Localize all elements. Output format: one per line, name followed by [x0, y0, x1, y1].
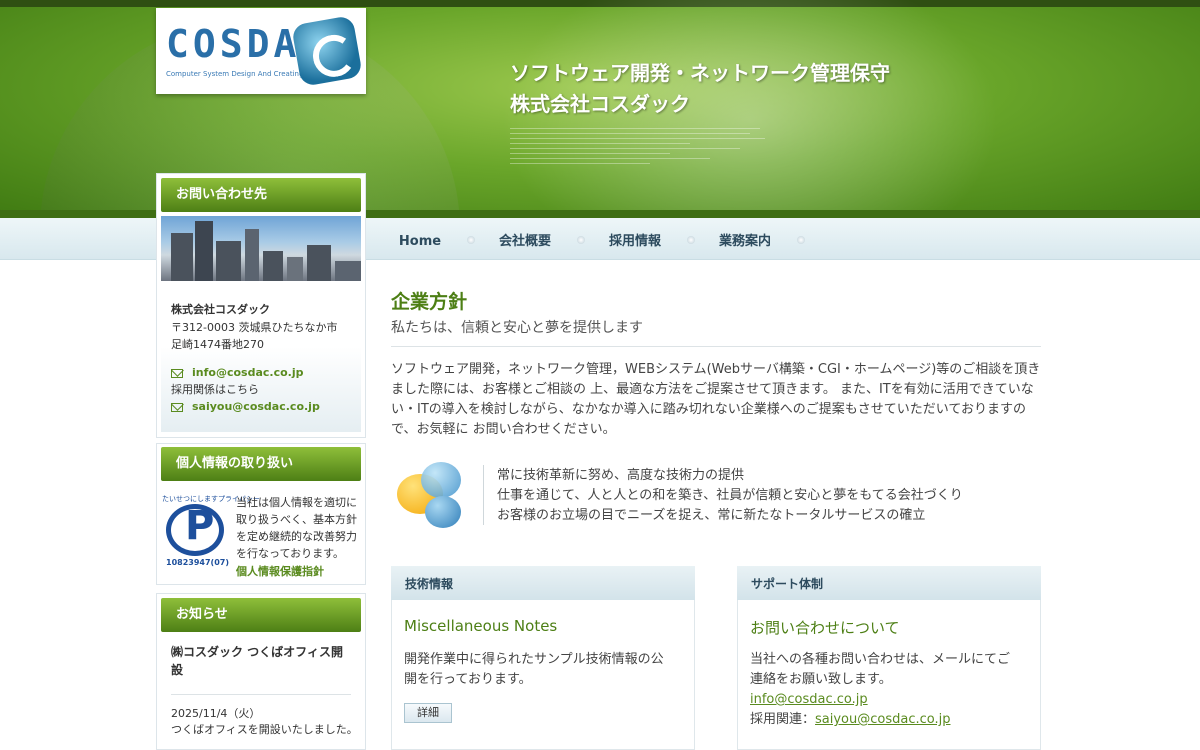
- nav-separator-icon: [467, 236, 475, 244]
- recruit-email-link[interactable]: saiyou@cosdac.co.jp: [192, 400, 320, 413]
- support-text: 当社への各種お問い合わせは、メールにてご連絡をお願い致します。 info@cos…: [750, 650, 1020, 730]
- policy-item: 常に技術革新に努め、高度な技術力の提供: [497, 468, 745, 483]
- news-item-body: つくばオフィスを開設いたしました。: [171, 723, 358, 736]
- news-item-title[interactable]: ㈱コスダック つくばオフィス開設: [171, 643, 351, 679]
- privacy-mark-logo: たいせつにしますプライバシー 10823947(07): [162, 494, 260, 570]
- support-heading: サポート体制: [737, 566, 1041, 600]
- logo-subtitle: Computer System Design And Creating: [166, 70, 304, 78]
- mail-icon: [171, 403, 183, 412]
- nav-home[interactable]: Home: [388, 218, 452, 260]
- news-heading: お知らせ: [161, 598, 361, 632]
- mail-icon: [171, 369, 183, 378]
- contact-company: 株式会社コスダック: [171, 303, 270, 316]
- policy-item: 仕事を通じて、人と人との和を築き、社員が信頼と安心と夢をもてる会社づくり: [497, 488, 963, 503]
- policy-list: 常に技術革新に努め、高度な技術力の提供 仕事を通じて、人と人との和を築き、社員が…: [497, 466, 963, 526]
- tagline-line-2: 株式会社コスダック: [510, 92, 690, 116]
- privacy-p-icon: [166, 503, 224, 556]
- page-subtitle: 私たちは、信頼と安心と夢を提供します: [391, 320, 643, 336]
- nav-recruit[interactable]: 採用情報: [600, 218, 670, 260]
- contact-heading: お問い合わせ先: [161, 178, 361, 212]
- tech-info-heading: 技術情報: [391, 566, 695, 600]
- decorative-code-lines: [510, 128, 770, 168]
- city-skyline-image: [161, 216, 361, 281]
- contact-address: 足崎1474番地270: [171, 338, 264, 351]
- support-email-link[interactable]: info@cosdac.co.jp: [750, 690, 1020, 710]
- contact-postal: 〒312-0003 茨城県ひたちなか市: [171, 321, 338, 334]
- support-title[interactable]: お問い合わせについて: [750, 617, 900, 638]
- tech-info-title[interactable]: Miscellaneous Notes: [404, 617, 557, 635]
- header-tagline: ソフトウェア開発・ネットワーク管理保守 株式会社コスダック: [510, 58, 890, 120]
- tagline-line-1: ソフトウェア開発・ネットワーク管理保守: [510, 61, 890, 85]
- support-recruit-line: 採用関連：saiyou@cosdac.co.jp: [750, 710, 1020, 730]
- title-divider: [391, 346, 1041, 347]
- privacy-policy-link[interactable]: 個人情報保護指針: [236, 563, 324, 579]
- recruit-note: 採用関係はこちら: [171, 383, 259, 396]
- support-recruit-email-link[interactable]: saiyou@cosdac.co.jp: [815, 712, 950, 727]
- nav-separator-icon: [797, 236, 805, 244]
- nav-separator-icon: [687, 236, 695, 244]
- nav-services[interactable]: 業務案内: [710, 218, 780, 260]
- news-item-date: 2025/11/4（火）: [171, 707, 261, 720]
- page-title: 企業方針: [391, 291, 468, 313]
- news-divider: [171, 694, 351, 695]
- contact-email-link[interactable]: info@cosdac.co.jp: [192, 366, 303, 379]
- intro-paragraph: ソフトウェア開発，ネットワーク管理，WEBシステム(Webサーバ構築・CGI・ホ…: [391, 362, 1041, 437]
- support-recruit-label: 採用関連：: [750, 712, 816, 727]
- policy-divider: [483, 465, 484, 525]
- nav-separator-icon: [577, 236, 585, 244]
- tech-info-text: 開発作業中に得られたサンプル技術情報の公開を行っております。: [404, 652, 664, 687]
- support-text-body: 当社への各種お問い合わせは、メールにてご連絡をお願い致します。: [750, 652, 1011, 687]
- logo-c-icon: [291, 15, 363, 87]
- site-logo[interactable]: COSDAC Computer System Design And Creati…: [156, 8, 366, 94]
- privacy-text: 当社は個人情報を適切に取り扱うべく、基本方針を定め継続的な改善努力を行なっており…: [236, 496, 357, 560]
- people-chat-icon: [395, 462, 465, 530]
- privacy-mark-number: 10823947(07): [166, 558, 229, 567]
- privacy-heading: 個人情報の取り扱い: [161, 447, 361, 481]
- detail-button[interactable]: 詳細: [404, 703, 452, 723]
- policy-item: お客様のお立場の目でニーズを捉え、常に新たなトータルサービスの確立: [497, 508, 926, 523]
- nav-company[interactable]: 会社概要: [490, 218, 560, 260]
